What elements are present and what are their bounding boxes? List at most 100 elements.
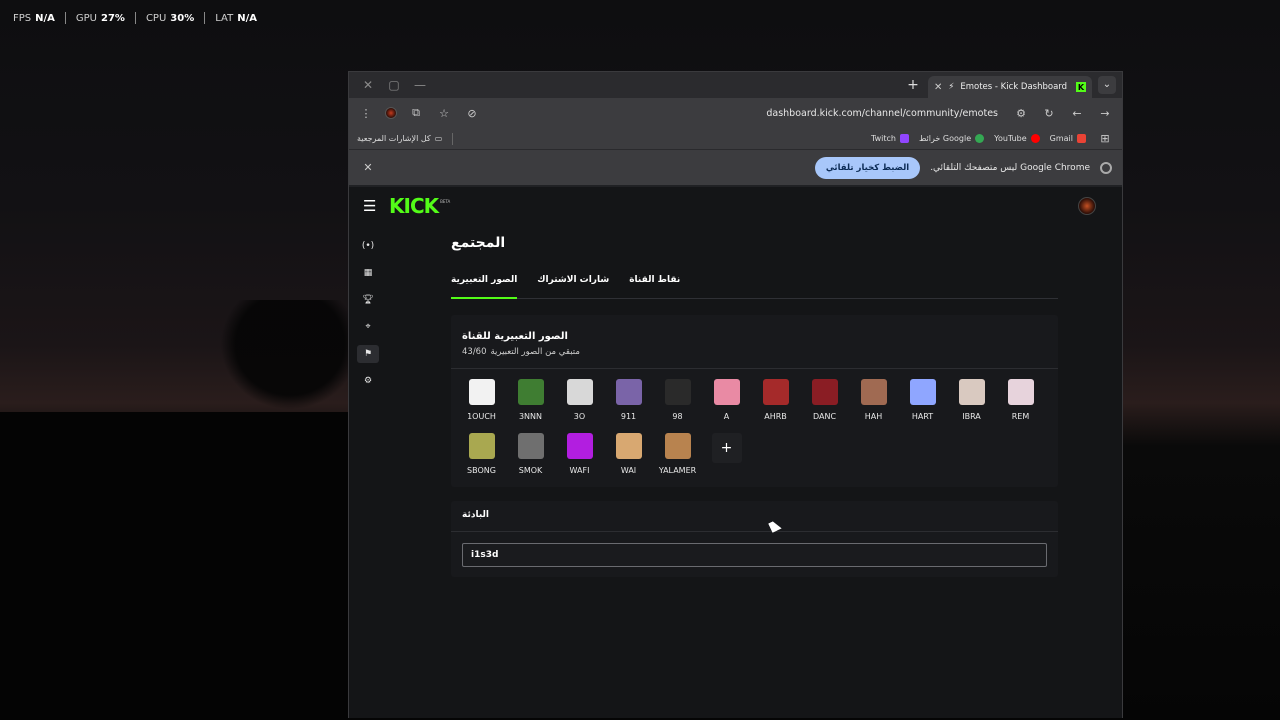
emote-name: REM (1011, 412, 1030, 421)
bookmark-maps[interactable]: خرائط Google (919, 134, 985, 143)
tab-emotes[interactable]: الصور التعبيرية (451, 275, 518, 299)
performance-overlay: FPS N/A GPU 27% CPU 30% LAT N/A (13, 12, 257, 24)
channel-emotes-card: الصور التعبيرية للقناة 43/60 متبقي من ال… (451, 315, 1058, 487)
tab-title: Emotes - Kick Dashboard (960, 82, 1068, 92)
lat-value: N/A (237, 12, 257, 24)
nav-community-icon[interactable]: ⚑ (357, 345, 379, 363)
bookmark-gmail-label: Gmail (1049, 134, 1073, 143)
bookmarks-bar: كل الإشارات المرجعية ▭ Twitch خرائط Goog… (349, 128, 1122, 150)
nav-trophy-icon[interactable]: 🏆︎ (357, 291, 379, 309)
maximize-window-icon[interactable]: ▢ (381, 78, 407, 92)
emote-grid: 1OUCH 3NNN 3O 911 98 A AHRB DANC HAH HART IBRA REM S… (451, 369, 1058, 487)
hamburger-menu-icon[interactable]: ☰ (363, 197, 377, 215)
default-browser-infobar: ✕ الضبط كخيار تلقائي Google Chrome ليس م… (349, 150, 1122, 185)
emote-name: 1OUCH (467, 412, 496, 421)
emote-item[interactable]: 3O (555, 379, 604, 421)
fps-label: FPS (13, 12, 32, 24)
close-window-icon[interactable]: ✕ (355, 78, 381, 92)
title-bar: ✕ ▢ — + ✕ ⚡ Emotes - Kick Dashboard K ⌄ (349, 72, 1122, 98)
twitch-icon (899, 134, 909, 143)
minimize-window-icon[interactable]: — (407, 78, 433, 92)
tab-close-icon[interactable]: ✕ (934, 82, 942, 93)
emote-item[interactable]: HAH (849, 379, 898, 421)
profile-avatar[interactable] (385, 107, 397, 119)
bookmark-youtube[interactable]: YouTube (994, 134, 1040, 143)
bookmark-star-icon[interactable]: ☆ (435, 107, 453, 120)
gpu-value: 27% (101, 12, 125, 24)
fps-value: N/A (35, 12, 55, 24)
nav-moderation-icon[interactable]: ⌖ (357, 318, 379, 336)
prefix-input[interactable] (462, 543, 1047, 567)
emote-image (566, 433, 593, 459)
emote-name: HAH (864, 412, 883, 421)
prefix-card: البادئة (451, 501, 1058, 577)
tab-search-button[interactable]: ⌄ (1098, 76, 1116, 94)
bookmark-gmail[interactable]: Gmail (1050, 134, 1086, 143)
emote-item[interactable]: IBRA (947, 379, 996, 421)
browser-toolbar: ⋮ ⧉ ☆ ⊘ dashboard.kick.com/channel/commu… (349, 98, 1122, 128)
eye-slash-icon[interactable]: ⊘ (463, 107, 481, 120)
emote-item[interactable]: HART (898, 379, 947, 421)
menu-kebab-icon[interactable]: ⋮ (357, 107, 375, 120)
wallpaper-tree (220, 300, 360, 410)
infobar-close-icon[interactable]: ✕ (359, 161, 377, 174)
emote-name: WAFI (569, 466, 590, 475)
gpu-label: GPU (75, 12, 98, 24)
emote-name: 3O (573, 412, 586, 421)
set-default-button[interactable]: الضبط كخيار تلقائي (814, 156, 921, 179)
emote-image (860, 379, 887, 405)
emote-item[interactable]: WAI (604, 433, 653, 475)
emote-item[interactable]: SBONG (457, 433, 506, 475)
emote-item[interactable]: WAFI (555, 433, 604, 475)
lat-label: LAT (215, 12, 234, 24)
emote-item[interactable]: 98 (653, 379, 702, 421)
lat-stat: LAT N/A (215, 13, 257, 24)
overlay-divider (204, 12, 206, 24)
cpu-value: 30% (170, 12, 195, 24)
nav-settings-icon[interactable]: ⚙ (357, 372, 379, 390)
user-avatar[interactable] (1078, 197, 1096, 215)
emote-item[interactable]: 1OUCH (457, 379, 506, 421)
emote-item[interactable]: A (702, 379, 751, 421)
emotes-remaining-label: متبقي من الصور التعبيرية (490, 347, 580, 357)
nav-stream-icon[interactable]: (•) (357, 237, 379, 255)
overlay-divider (64, 12, 66, 24)
emote-image (615, 379, 642, 405)
address-bar[interactable]: dashboard.kick.com/channel/community/emo… (491, 108, 1002, 119)
gmail-icon (1077, 134, 1086, 143)
back-icon[interactable]: → (1096, 107, 1114, 120)
cpu-label: CPU (145, 12, 167, 24)
forward-icon[interactable]: ← (1068, 107, 1086, 120)
browser-tab[interactable]: ✕ ⚡ Emotes - Kick Dashboard K (928, 76, 1092, 98)
new-tab-button[interactable]: + (902, 77, 924, 93)
apps-grid-icon[interactable]: ⊞ (1096, 132, 1114, 145)
emote-item[interactable]: YALAMER (653, 433, 702, 475)
infobar-message: Google Chrome ليس متصفحك التلقائي. (930, 162, 1090, 173)
kick-logo[interactable]: KICK (389, 194, 439, 218)
all-bookmarks-link[interactable]: كل الإشارات المرجعية ▭ (357, 134, 442, 143)
emote-image (517, 379, 544, 405)
emote-item[interactable]: REM (996, 379, 1045, 421)
reload-icon[interactable]: ↻ (1040, 107, 1058, 120)
wallpaper-ground (0, 412, 348, 720)
add-emote-button[interactable]: + (711, 433, 742, 463)
emote-item[interactable]: 911 (604, 379, 653, 421)
emote-item[interactable]: AHRB (751, 379, 800, 421)
tab-channel-points[interactable]: نقاط القناة (629, 275, 680, 298)
bookmark-twitch[interactable]: Twitch (871, 134, 909, 143)
nav-analytics-icon[interactable]: ▦ (357, 264, 379, 282)
emote-image (566, 379, 593, 405)
emote-image (713, 379, 740, 405)
tab-subscriber-badges[interactable]: شارات الاشتراك (537, 275, 609, 298)
extensions-icon[interactable]: ⧉ (407, 106, 425, 120)
kick-header: ☰ KICK BETA (349, 187, 1122, 225)
cpu-stat: CPU 30% (146, 13, 194, 24)
bookmark-twitch-label: Twitch (871, 134, 896, 143)
emote-item[interactable]: SMOK (506, 433, 555, 475)
emote-item[interactable]: DANC (800, 379, 849, 421)
site-settings-icon[interactable]: ⚙ (1012, 107, 1030, 120)
emote-item[interactable]: 3NNN (506, 379, 555, 421)
kick-dashboard-page: ☰ KICK BETA (•) ▦ 🏆︎ ⌖ ⚑ ⚙ المجتمع الصور… (349, 187, 1122, 718)
emote-image (468, 379, 495, 405)
emote-image (664, 379, 691, 405)
